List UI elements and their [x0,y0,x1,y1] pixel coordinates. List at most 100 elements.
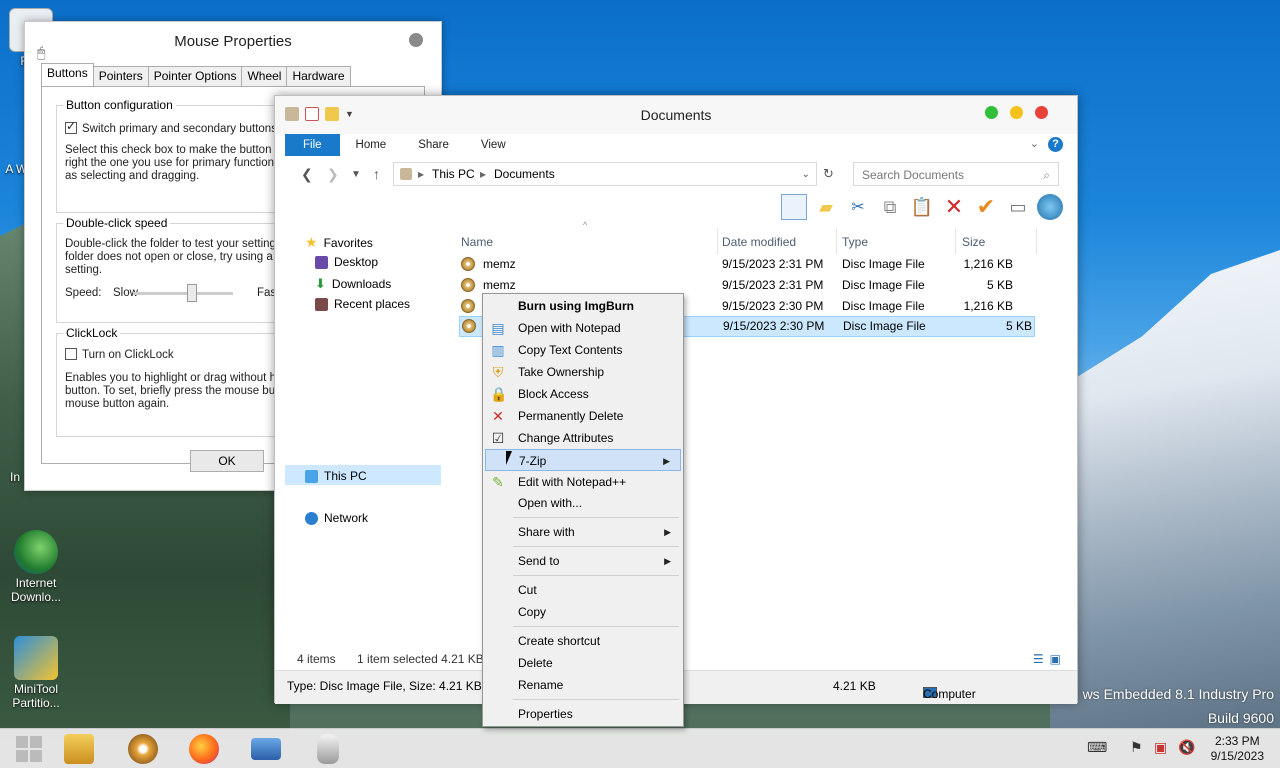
checkbox-unchecked[interactable] [65,348,77,360]
tab-file[interactable]: File [285,134,340,156]
column-divider [717,228,718,254]
layout-pane-icon[interactable] [781,194,807,220]
taskbar-imgburn[interactable] [114,731,172,767]
notepadpp-icon: ✎ [492,474,504,490]
forward-icon[interactable]: ❯ [327,166,339,183]
disc-icon [490,298,506,314]
slider-thumb[interactable] [187,284,197,302]
recent-locations-icon[interactable]: ▼ [351,169,361,180]
file-row[interactable]: memz 9/15/2023 2:31 PM Disc Image File 1… [457,254,1033,275]
desktop-icon [315,255,328,269]
taskbar-file-explorer[interactable] [50,731,108,767]
ok-button[interactable]: OK [190,450,264,472]
tab-buttons[interactable]: Buttons [41,63,94,86]
checkbox-checked[interactable] [65,120,77,134]
menu-item-send-to[interactable]: Send to ▶ [485,550,681,572]
properties-icon[interactable]: ▭ [1005,194,1031,220]
rename-check-icon[interactable]: ✔ [973,194,999,220]
help-icon[interactable]: ? [1048,137,1063,152]
tab-view[interactable]: View [465,134,522,156]
column-size[interactable]: Size [962,235,985,249]
nav-recent-places[interactable]: Recent places [315,297,410,311]
menu-item-open-with-notepad[interactable]: ▤ Open with Notepad [485,317,681,339]
nav-favorites[interactable]: ★ Favorites [305,234,373,251]
nav-network[interactable]: Network [305,511,368,525]
tab-home[interactable]: Home [340,134,403,156]
menu-item-change-attributes[interactable]: ☑ Change Attributes [485,427,681,449]
refresh-icon[interactable]: ↻ [823,166,834,182]
copy-icon[interactable]: ⧉ [877,194,903,220]
up-icon[interactable]: ↑ [373,166,380,182]
menu-item-properties[interactable]: Properties [485,703,681,725]
clock-time: 2:33 PM [1214,734,1260,748]
submenu-arrow-icon: ▶ [664,527,671,537]
column-date-modified[interactable]: Date modified [722,235,796,249]
menu-item-block-access[interactable]: 🔒 Block Access [485,383,681,405]
tab-wheel[interactable]: Wheel [241,66,288,86]
column-type[interactable]: Type [842,235,868,249]
breadcrumb-this-pc[interactable]: This PC [432,167,475,181]
ribbon-expand-icon[interactable]: ⌄ [1030,137,1039,150]
desktop-mountain-background [1050,250,1280,730]
maximize-icon[interactable] [985,106,998,119]
tab-share[interactable]: Share [402,134,465,156]
chevron-down-icon[interactable]: ⌄ [802,169,810,180]
tab-pointer-options[interactable]: Pointer Options [147,66,243,86]
flag-icon[interactable]: ⚑ [1130,739,1143,756]
menu-item-delete[interactable]: Delete [485,652,681,674]
details-view-icon[interactable]: ☰ [1033,652,1044,666]
network-icon [305,511,318,525]
desktop-icon-internet-download-manager[interactable]: Internet Downlo... [1,530,71,604]
menu-item-edit-notepadpp[interactable]: ✎ Edit with Notepad++ [485,471,681,493]
large-icons-view-icon[interactable]: ▣ [1050,652,1061,666]
menu-item-copy[interactable]: Copy [485,601,681,623]
tab-pointers[interactable]: Pointers [92,66,149,86]
taskbar-keyboard-settings[interactable] [237,731,295,767]
breadcrumb-documents[interactable]: Documents [494,167,555,181]
nav-this-pc[interactable]: This PC [305,469,367,483]
nav-downloads[interactable]: ⬇ Downloads [315,276,391,292]
taskbar-firefox[interactable] [175,731,233,767]
close-icon[interactable] [1035,106,1048,119]
menu-separator [513,626,679,627]
menu-item-create-shortcut[interactable]: Create shortcut [485,630,681,652]
menu-item-copy-text-contents[interactable]: ▥ Copy Text Contents [485,339,681,361]
address-bar[interactable]: ▸ This PC ▸ Documents ⌄ [393,162,817,186]
clicklock-checkbox[interactable]: Turn on ClickLock [65,348,174,362]
menu-item-rename[interactable]: Rename [485,674,681,696]
paste-icon[interactable]: 📋 [909,194,935,220]
back-icon[interactable]: ❮ [301,166,313,183]
network-error-icon[interactable]: ▣ [1154,739,1167,756]
mouse-properties-tabs: Buttons Pointers Pointer Options Wheel H… [41,63,351,86]
column-divider [836,228,837,254]
tab-hardware[interactable]: Hardware [286,66,351,86]
delete-icon[interactable]: ✕ [941,194,967,220]
details-size-text: 4.21 KB [833,679,876,693]
menu-item-permanently-delete[interactable]: ✕ Permanently Delete [485,405,681,427]
desktop-icon-minitool[interactable]: MiniTool Partitio... [1,636,71,710]
explorer-titlebar[interactable]: ▼ Documents [275,96,1077,134]
cut-icon[interactable]: ✂ [845,194,871,220]
close-icon[interactable] [409,33,423,47]
mouse-properties-titlebar[interactable]: 🖱 Mouse Properties [25,22,441,60]
switch-buttons-checkbox[interactable]: Switch primary and secondary buttons [65,120,277,136]
taskbar-mouse-properties[interactable] [299,731,357,767]
menu-item-share-with[interactable]: Share with ▶ [485,521,681,543]
volume-muted-icon[interactable]: 🔇 [1178,739,1195,756]
idm-globe-icon [14,530,58,574]
menu-item-cut[interactable]: Cut [485,579,681,601]
column-name[interactable]: Name [461,235,493,249]
taskbar-clock[interactable]: 2:33 PM 9/15/2023 [1211,734,1264,764]
status-item-count: 4 items [297,652,336,666]
check-icon: ☑ [491,430,505,446]
minimize-icon[interactable] [1010,106,1023,119]
search-input[interactable]: Search Documents ⌕ [853,162,1059,186]
globe-icon[interactable] [1037,194,1063,220]
menu-item-take-ownership[interactable]: ⛨ Take Ownership [485,361,681,383]
new-folder-icon[interactable]: ▰ [813,194,839,220]
nav-desktop[interactable]: Desktop [315,255,378,269]
double-click-speed-slider[interactable] [133,284,233,302]
menu-item-burn-imgburn[interactable]: Burn using ImgBurn [485,295,681,317]
touch-keyboard-icon[interactable]: ⌨ [1087,739,1107,756]
menu-item-open-with[interactable]: Open with... [485,492,681,514]
